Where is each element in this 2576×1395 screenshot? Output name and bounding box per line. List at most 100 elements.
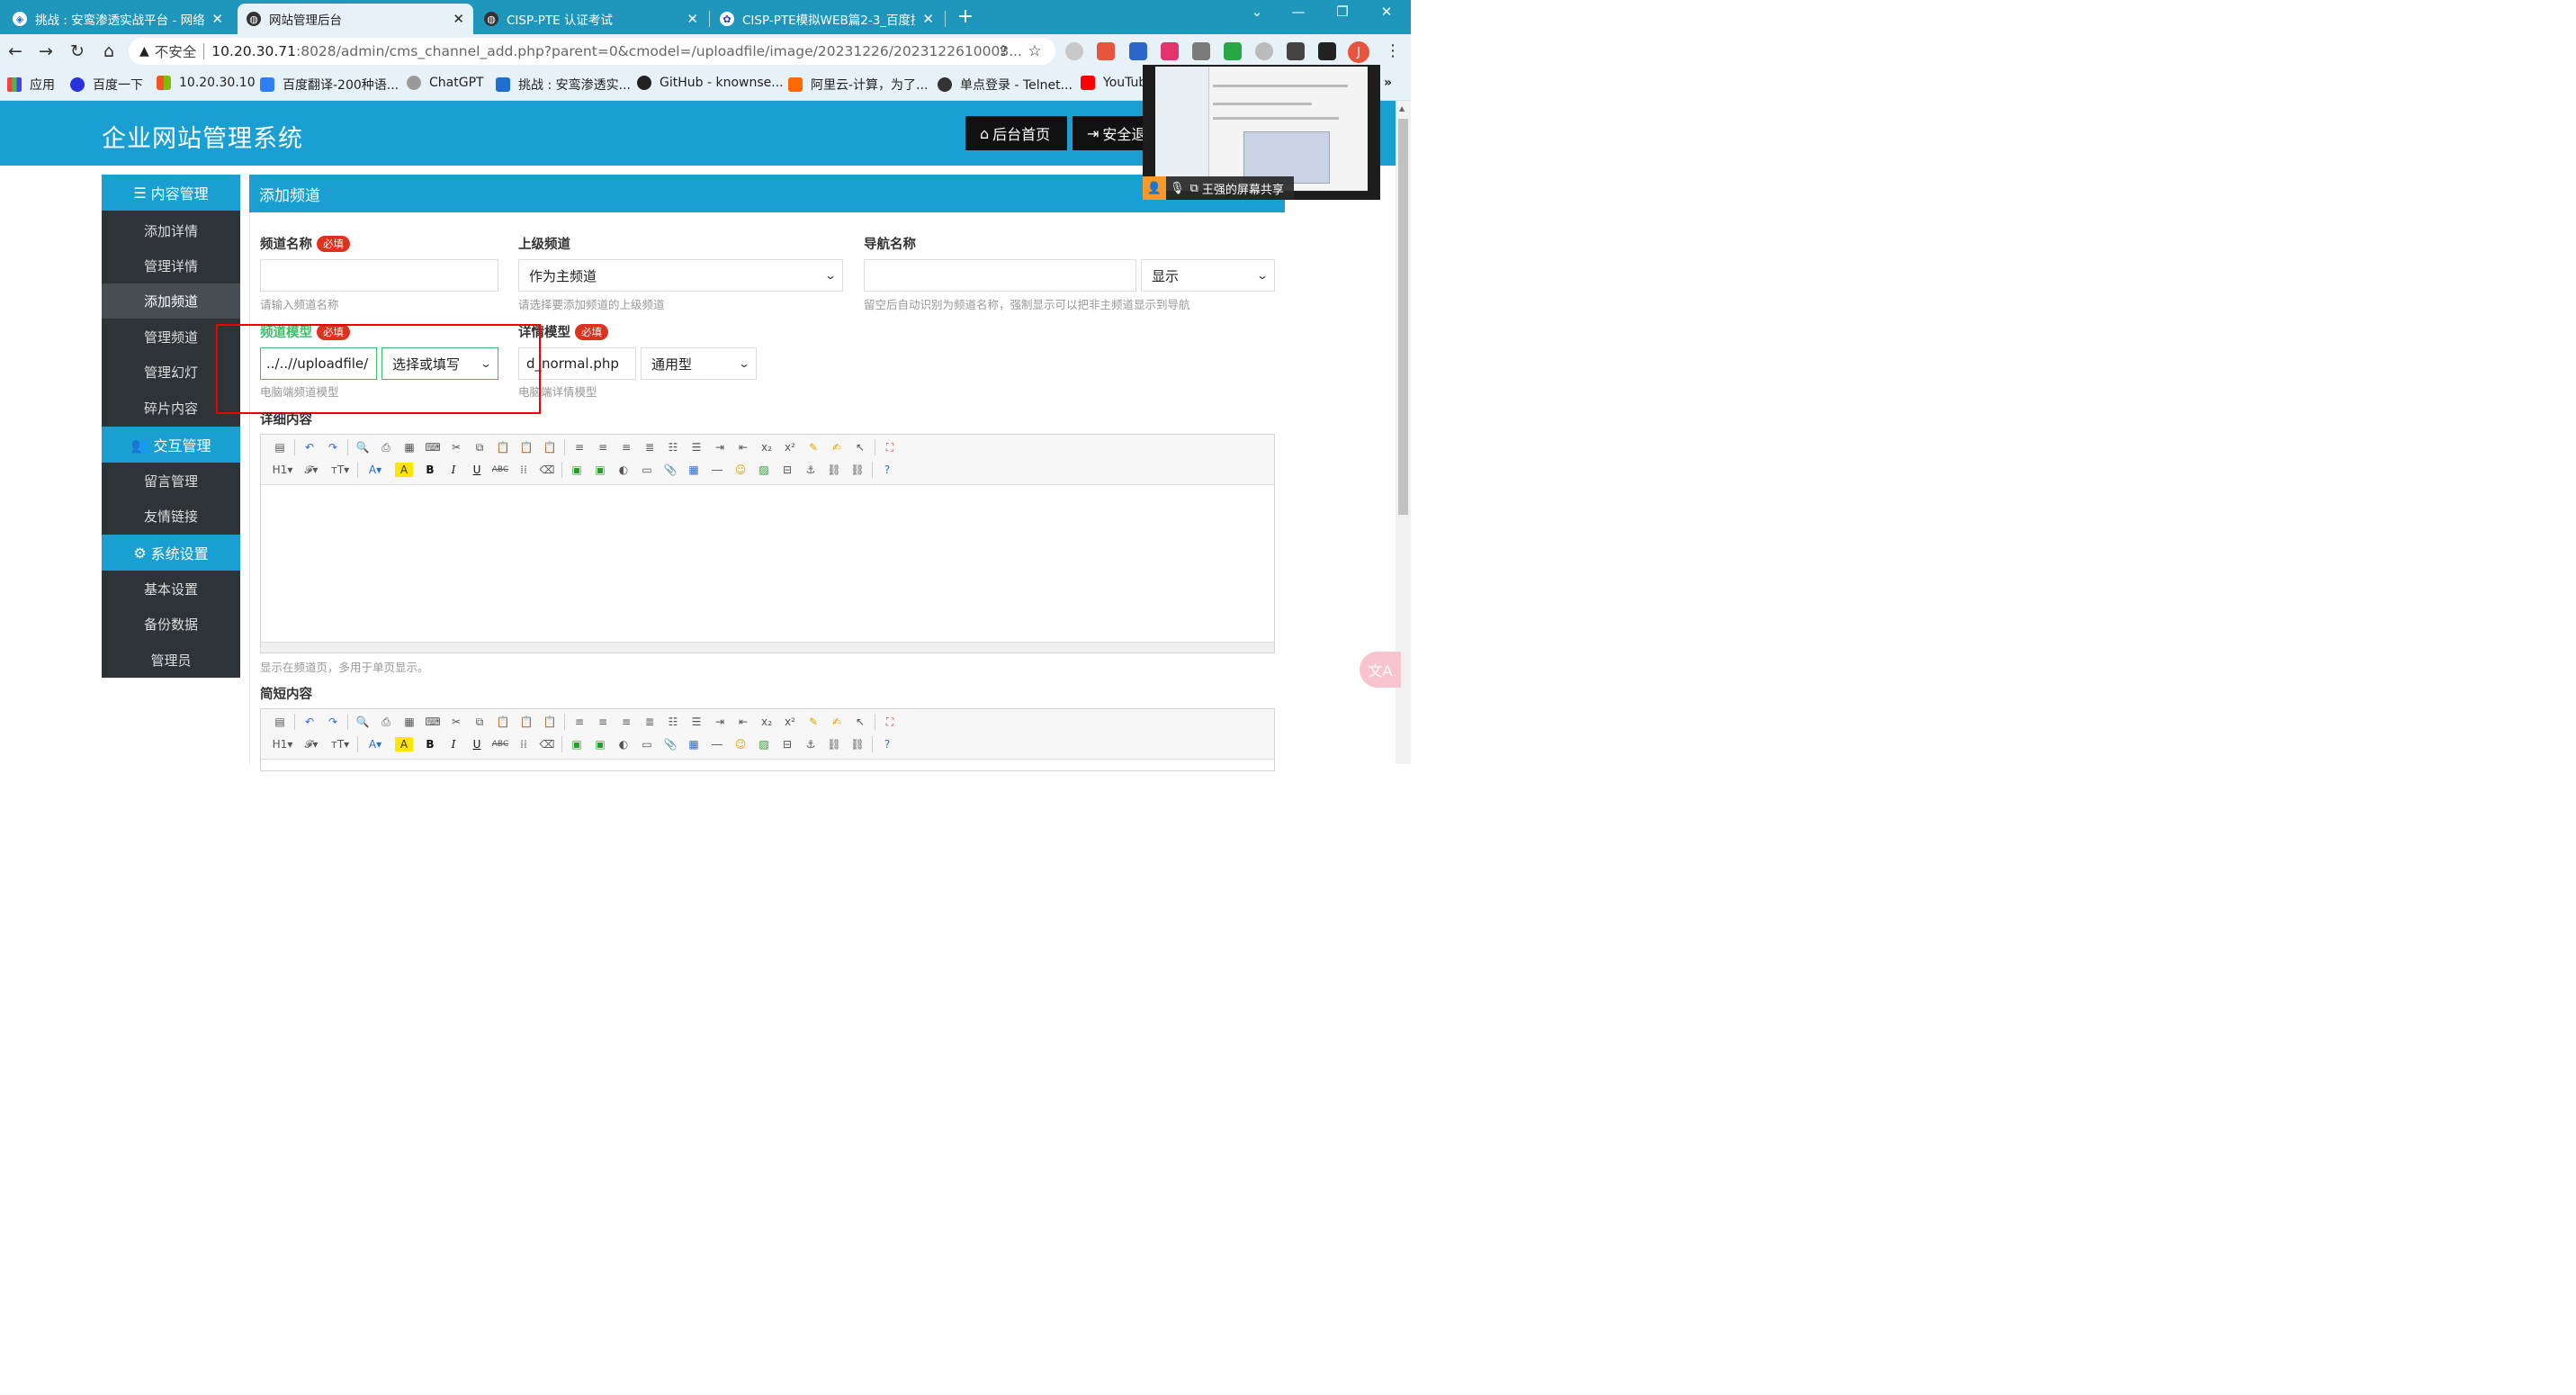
page-break-icon[interactable]: ⊟ <box>776 460 799 480</box>
extension-shield-check-icon[interactable] <box>1224 42 1242 60</box>
preview-icon[interactable]: 🔍 <box>351 712 374 732</box>
cut-icon[interactable]: ✂ <box>444 712 468 732</box>
code-icon[interactable]: ⌨ <box>421 712 444 732</box>
url-path[interactable]: :8028/admin/cms_channel_add.php?parent=0… <box>296 43 1022 59</box>
copy-icon[interactable]: ⧉ <box>468 437 491 457</box>
emoticon-icon[interactable]: ☺ <box>729 460 752 480</box>
scroll-up-arrow-icon[interactable]: ▲ <box>1399 104 1405 112</box>
paste-word-icon[interactable]: 📋 <box>538 712 561 732</box>
font-size-icon[interactable]: тT▾ <box>326 460 355 480</box>
fullscreen-icon[interactable]: ⛶ <box>878 437 902 457</box>
url-omnibox[interactable]: ▲ 不安全 10.20.30.71:8028/admin/cms_channel… <box>129 38 1055 65</box>
horizontal-rule-icon[interactable]: ― <box>705 460 729 480</box>
redo-icon[interactable]: ↷ <box>321 437 345 457</box>
heading-icon[interactable]: H1▾ <box>268 734 297 754</box>
channel-name-input[interactable] <box>260 259 498 292</box>
more-bookmarks-chevron-icon[interactable]: » <box>1384 76 1392 90</box>
extension-save-icon[interactable] <box>1129 42 1147 60</box>
attachment-icon[interactable]: 📎 <box>659 460 682 480</box>
superscript-icon[interactable]: x² <box>778 712 802 732</box>
multi-image-icon[interactable]: ▣ <box>588 734 612 754</box>
redo-icon[interactable]: ↷ <box>321 712 345 732</box>
italic-icon[interactable]: I <box>442 460 465 480</box>
sidebar-item-backup[interactable]: 备份数据 <box>102 607 240 642</box>
undo-icon[interactable]: ↶ <box>298 712 321 732</box>
fullscreen-icon[interactable]: ⛶ <box>878 712 902 732</box>
close-icon[interactable]: ✕ <box>687 11 698 27</box>
bookmark-baidu-translate[interactable]: 百度翻译-200种语... <box>260 76 399 94</box>
page-break-icon[interactable]: ⊟ <box>776 734 799 754</box>
microphone-icon[interactable]: 🎙 <box>1170 182 1185 195</box>
anchor-icon[interactable]: ⚓ <box>799 734 822 754</box>
bookmark-github[interactable]: GitHub - knownse... <box>637 76 784 90</box>
bookmark-star-icon[interactable]: ☆ <box>1023 40 1046 62</box>
sidebar-item-add-detail[interactable]: 添加详情 <box>102 213 240 248</box>
url-host[interactable]: 10.20.30.71 <box>211 43 296 59</box>
subscript-icon[interactable]: x₂ <box>755 437 778 457</box>
unlink-icon[interactable]: ⛓ <box>846 734 869 754</box>
ordered-list-icon[interactable]: ☷ <box>661 712 685 732</box>
home-icon[interactable]: ⌂ <box>97 40 121 62</box>
bookmark-apps[interactable]: 应用 <box>7 76 55 94</box>
browser-tab-cisp[interactable]: ◍ CISP-PTE 认证考试 ✕ <box>475 4 707 34</box>
image-upload-icon[interactable]: ▣ <box>565 734 588 754</box>
extension-translate-icon[interactable] <box>1161 42 1179 60</box>
clear-format-icon[interactable]: ✎ <box>802 712 825 732</box>
cut-icon[interactable]: ✂ <box>444 437 468 457</box>
font-color-icon[interactable]: A▾ <box>361 460 390 480</box>
anchor-icon[interactable]: ⚓ <box>799 460 822 480</box>
paste-icon[interactable]: 📋 <box>491 712 515 732</box>
multi-image-icon[interactable]: ▣ <box>588 460 612 480</box>
image-icon[interactable]: ▨ <box>752 460 776 480</box>
editor-resize-bar[interactable] <box>261 642 1274 652</box>
security-label[interactable]: 不安全 <box>155 41 197 61</box>
unordered-list-icon[interactable]: ☰ <box>685 437 708 457</box>
attachment-icon[interactable]: 📎 <box>659 734 682 754</box>
help-icon[interactable]: ? <box>875 460 899 480</box>
copy-icon[interactable]: ⧉ <box>468 712 491 732</box>
reload-icon[interactable]: ↻ <box>66 40 89 62</box>
parent-channel-select[interactable]: 作为主频道 ⌄ <box>518 259 843 292</box>
image-upload-icon[interactable]: ▣ <box>565 460 588 480</box>
heading-icon[interactable]: H1▾ <box>268 460 297 480</box>
align-justify-icon[interactable]: ≣ <box>638 712 661 732</box>
close-icon[interactable]: ✕ <box>453 11 464 27</box>
template-icon[interactable]: ▦ <box>398 437 421 457</box>
bookmark-ip[interactable]: 10.20.30.10 <box>157 76 256 90</box>
close-window-icon[interactable]: ✕ <box>1373 4 1400 20</box>
strikethrough-icon[interactable]: ABC <box>489 460 512 480</box>
sidebar-section-content[interactable]: ☰ 内容管理 <box>102 175 240 211</box>
align-justify-icon[interactable]: ≣ <box>638 437 661 457</box>
select-all-icon[interactable]: ↖ <box>848 712 872 732</box>
help-icon[interactable]: ? <box>875 734 899 754</box>
browser-tab-challenge[interactable]: ◈ 挑战 : 安鸾渗透实战平台 - 网络安 ✕ <box>4 4 232 34</box>
short-content-editor[interactable]: ▤ ↶ ↷ 🔍 ⎙ ▦ ⌨ ✂ ⧉ 📋 📋 📋 ≡ ≡ ≡ ≣ ☷ ☰ ⇥ ⇤ … <box>260 708 1275 771</box>
underline-icon[interactable]: U <box>465 460 489 480</box>
paste-word-icon[interactable]: 📋 <box>538 437 561 457</box>
bold-icon[interactable]: B <box>418 734 442 754</box>
scrollbar-thumb[interactable] <box>1398 119 1408 515</box>
media-icon[interactable]: ▭ <box>635 734 659 754</box>
flash-icon[interactable]: ◐ <box>612 460 635 480</box>
table-icon[interactable]: ▦ <box>682 734 705 754</box>
new-tab-plus-icon[interactable]: + <box>956 5 975 28</box>
flash-icon[interactable]: ◐ <box>612 734 635 754</box>
align-right-icon[interactable]: ≡ <box>615 437 638 457</box>
admin-home-button[interactable]: ⌂ 后台首页 <box>965 116 1067 150</box>
screen-share-bar[interactable]: 👤 🎙 ⧉ 王强的屏幕共享 <box>1143 176 1294 200</box>
italic-icon[interactable]: I <box>442 734 465 754</box>
media-icon[interactable]: ▭ <box>635 460 659 480</box>
extension-gray-globe-icon[interactable] <box>1065 42 1083 60</box>
subscript-icon[interactable]: x₂ <box>755 712 778 732</box>
template-icon[interactable]: ▦ <box>398 712 421 732</box>
indent-icon[interactable]: ⇥ <box>708 712 732 732</box>
sidebar-item-admins[interactable]: 管理员 <box>102 643 240 678</box>
line-height-icon[interactable]: ⁞⁞ <box>512 734 535 754</box>
outdent-icon[interactable]: ⇤ <box>732 437 755 457</box>
highlight-color-icon[interactable]: A <box>395 737 413 752</box>
unordered-list-icon[interactable]: ☰ <box>685 712 708 732</box>
superscript-icon[interactable]: x² <box>778 437 802 457</box>
indent-icon[interactable]: ⇥ <box>708 437 732 457</box>
strikethrough-icon[interactable]: ABC <box>489 734 512 754</box>
close-icon[interactable]: ✕ <box>922 11 934 27</box>
